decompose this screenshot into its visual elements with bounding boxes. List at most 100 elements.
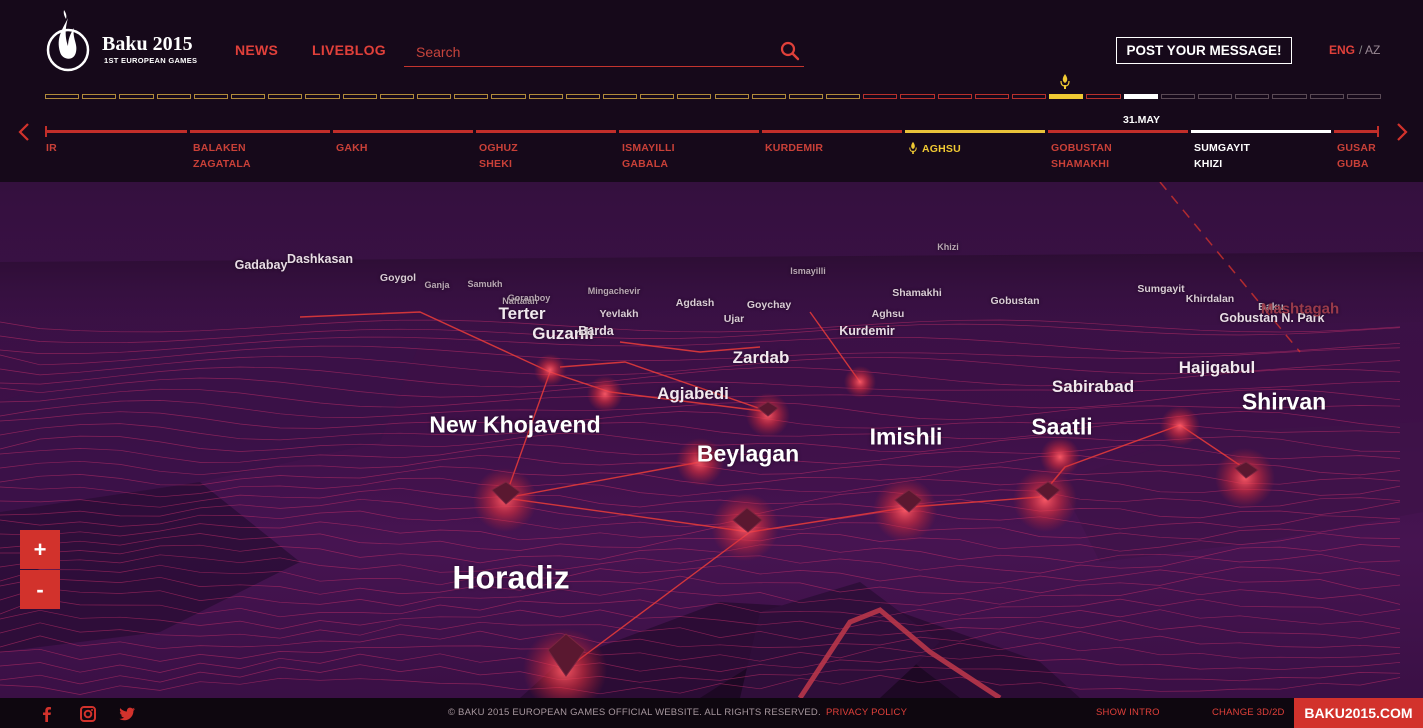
map-place-label[interactable]: Sumgayit bbox=[1137, 283, 1184, 295]
progress-segment[interactable] bbox=[1235, 94, 1270, 99]
map-place-label[interactable]: Agjabedi bbox=[657, 384, 729, 404]
map-place-label[interactable]: Zardab bbox=[733, 348, 790, 368]
progress-segment[interactable] bbox=[863, 94, 898, 99]
progress-segment[interactable] bbox=[119, 94, 154, 99]
progress-segment[interactable] bbox=[379, 94, 414, 99]
progress-segment[interactable] bbox=[491, 94, 526, 99]
progress-segment[interactable] bbox=[1272, 94, 1307, 99]
timeline-stop-label[interactable]: KURDEMIR bbox=[765, 141, 823, 157]
show-intro-link[interactable]: SHOW INTRO bbox=[1096, 707, 1160, 718]
baku-2015-logo[interactable]: Baku 2015 1ST EUROPEAN GAMES bbox=[44, 8, 214, 74]
timeline-segment[interactable] bbox=[47, 130, 187, 133]
zoom-in-button[interactable]: + bbox=[20, 530, 60, 569]
timeline-segment[interactable] bbox=[190, 130, 330, 133]
map-place-label[interactable]: Samukh bbox=[467, 279, 502, 289]
instagram-icon[interactable] bbox=[79, 705, 97, 723]
timeline-segment[interactable] bbox=[1191, 130, 1331, 133]
map-place-label[interactable]: Sabirabad bbox=[1052, 377, 1134, 397]
map-place-label[interactable]: Dashkasan bbox=[287, 252, 353, 266]
timeline-stop-label[interactable]: IR bbox=[46, 141, 57, 157]
map-place-label[interactable]: Ganja bbox=[424, 280, 449, 290]
progress-segment[interactable] bbox=[1123, 94, 1158, 99]
timeline-stop-label[interactable]: SUMGAYIT KHIZI bbox=[1194, 141, 1250, 172]
map-place-label[interactable]: Aghsu bbox=[872, 308, 905, 320]
timeline-stop-label[interactable]: OGHUZ SHEKI bbox=[479, 141, 518, 172]
progress-segment[interactable] bbox=[45, 94, 80, 99]
privacy-policy-link[interactable]: PRIVACY POLICY bbox=[826, 707, 907, 718]
facebook-icon[interactable] bbox=[38, 705, 56, 723]
progress-segment[interactable] bbox=[826, 94, 861, 99]
timeline-stop-label[interactable]: ISMAYILLI GABALA bbox=[622, 141, 675, 172]
progress-segment[interactable] bbox=[416, 94, 452, 99]
map-place-label[interactable]: Ismayilli bbox=[790, 266, 826, 276]
timeline-segment[interactable] bbox=[619, 130, 759, 133]
timeline-stop-label[interactable]: BALAKEN ZAGATALA bbox=[193, 141, 251, 172]
map-place-label[interactable]: Goygol bbox=[380, 272, 416, 284]
timeline-stop-label[interactable]: GOBUSTAN SHAMAKHI bbox=[1051, 141, 1112, 172]
map-place-label[interactable]: Saatli bbox=[1031, 414, 1092, 441]
change-3d-2d-link[interactable]: CHANGE 3D/2D bbox=[1212, 707, 1285, 718]
progress-segment[interactable] bbox=[156, 94, 191, 99]
timeline-segment[interactable] bbox=[476, 130, 616, 133]
map-place-label[interactable]: Barda bbox=[578, 324, 613, 338]
map-place-label[interactable]: Gobustan bbox=[991, 295, 1040, 307]
map-place-label[interactable]: Imishli bbox=[870, 424, 943, 451]
timeline-stop-label[interactable]: AGHSU bbox=[908, 141, 961, 158]
map-place-label[interactable]: Khizi bbox=[937, 242, 959, 252]
progress-segment[interactable] bbox=[193, 94, 228, 99]
timeline-segment[interactable] bbox=[762, 130, 902, 133]
map-place-label[interactable]: Shirvan bbox=[1242, 389, 1326, 416]
map-place-label[interactable]: Yevlakh bbox=[599, 308, 638, 320]
map-place-label[interactable]: Mashtagah bbox=[1261, 301, 1339, 318]
map-place-label[interactable]: Gadabay bbox=[235, 258, 288, 272]
map-place-label[interactable]: Horadiz bbox=[452, 560, 569, 597]
map-place-label[interactable]: Goranboy bbox=[508, 293, 551, 303]
progress-segment[interactable] bbox=[230, 94, 266, 99]
timeline-segment[interactable] bbox=[905, 130, 1045, 133]
progress-segment[interactable] bbox=[528, 94, 563, 99]
progress-segment[interactable] bbox=[565, 94, 600, 99]
progress-segment[interactable] bbox=[640, 94, 675, 99]
timeline-next-arrow-icon[interactable] bbox=[1395, 122, 1409, 142]
progress-segment[interactable] bbox=[751, 94, 786, 99]
map-place-label[interactable]: Beylagan bbox=[697, 441, 799, 468]
map-place-label[interactable]: Mingachevir bbox=[588, 286, 641, 296]
timeline-segment[interactable] bbox=[1048, 130, 1188, 133]
timeline-stop-label[interactable]: GUSAR GUBA bbox=[1337, 141, 1376, 172]
progress-segment[interactable] bbox=[602, 94, 638, 99]
progress-segment[interactable] bbox=[788, 94, 824, 99]
nav-liveblog-link[interactable]: LIVEBLOG bbox=[312, 42, 386, 58]
progress-segment[interactable] bbox=[714, 94, 749, 99]
progress-segment[interactable] bbox=[305, 94, 340, 99]
zoom-out-button[interactable]: - bbox=[20, 570, 60, 609]
search-icon[interactable] bbox=[780, 41, 800, 61]
map-place-label[interactable]: Agdash bbox=[676, 297, 715, 309]
progress-segment[interactable] bbox=[1160, 94, 1196, 99]
twitter-icon[interactable] bbox=[118, 705, 136, 723]
timeline-segment[interactable] bbox=[333, 130, 473, 133]
map-place-label[interactable]: Khirdalan bbox=[1186, 293, 1234, 305]
progress-segment[interactable] bbox=[974, 94, 1010, 99]
progress-segment[interactable] bbox=[937, 94, 972, 99]
map-place-label[interactable]: New Khojavend bbox=[429, 412, 600, 439]
progress-segment[interactable] bbox=[1012, 94, 1047, 99]
progress-segment[interactable] bbox=[1346, 94, 1381, 99]
nav-news-link[interactable]: NEWS bbox=[235, 42, 278, 58]
map-place-label[interactable]: Goychay bbox=[747, 299, 791, 311]
relay-map-3d[interactable]: Horadiz New Khojavend Beylagan Imishli Saatl… bbox=[0, 182, 1423, 698]
progress-segment[interactable] bbox=[900, 94, 935, 99]
timeline-segment[interactable] bbox=[1334, 130, 1377, 133]
progress-segment[interactable] bbox=[1049, 94, 1084, 99]
progress-segment[interactable] bbox=[1309, 94, 1344, 99]
progress-segment[interactable] bbox=[342, 94, 377, 99]
search-input[interactable] bbox=[414, 40, 768, 64]
map-place-label[interactable]: Terter bbox=[499, 304, 546, 324]
map-place-label[interactable]: Shamakhi bbox=[892, 287, 942, 299]
baku2015-site-button[interactable]: BAKU2015.COM bbox=[1294, 698, 1423, 728]
post-message-button[interactable]: POST YOUR MESSAGE! bbox=[1116, 37, 1292, 64]
progress-segment[interactable] bbox=[268, 94, 303, 99]
progress-segment[interactable] bbox=[1198, 94, 1233, 99]
progress-segment[interactable] bbox=[82, 94, 117, 99]
map-place-label[interactable]: Kurdemir bbox=[839, 324, 895, 338]
map-place-label[interactable]: Ujar bbox=[724, 313, 744, 325]
